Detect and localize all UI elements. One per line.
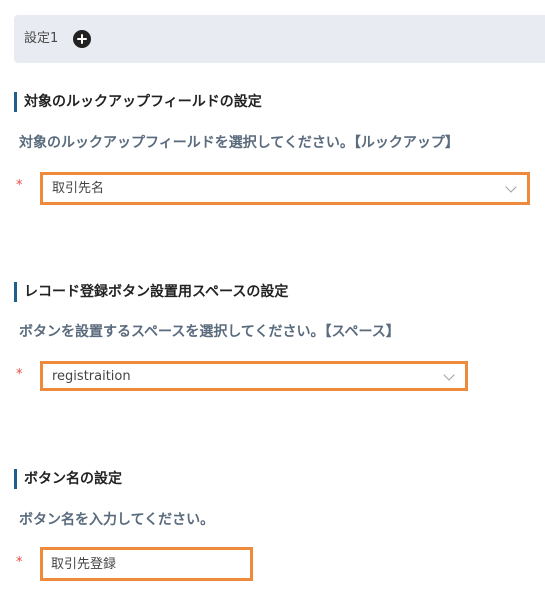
settings-page: 設定1 対象のルックアップフィールドの設定 対象のルックアップフィールドを選択し…	[0, 0, 545, 600]
space-select[interactable]: registraition	[40, 361, 468, 391]
chevron-down-icon	[505, 181, 517, 193]
lookup-section-heading: 対象のルックアップフィールドの設定	[14, 92, 262, 112]
lookup-field-select[interactable]: 取引先名	[40, 172, 530, 205]
button-name-required-mark: *	[16, 555, 23, 570]
button-name-section-description: ボタン名を入力してください。	[19, 512, 215, 528]
add-setting-icon[interactable]	[73, 30, 91, 48]
space-required-mark: *	[16, 367, 23, 382]
space-section-description: ボタンを設置するスペースを選択してください。【スペース】	[19, 324, 400, 340]
lookup-field-select-value: 取引先名	[52, 181, 105, 196]
settings-tab-bar: 設定1	[14, 15, 545, 63]
lookup-required-mark: *	[16, 178, 23, 193]
button-name-input-value: 取引先登録	[51, 557, 117, 572]
space-section-heading: レコード登録ボタン設置用スペースの設定	[14, 282, 288, 302]
lookup-section-description: 対象のルックアップフィールドを選択してください。【ルックアップ】	[19, 135, 459, 151]
tab-label[interactable]: 設定1	[24, 31, 58, 47]
chevron-down-icon	[443, 369, 455, 381]
space-select-value: registraition	[52, 369, 131, 384]
button-name-section-heading: ボタン名の設定	[14, 469, 122, 489]
button-name-input[interactable]: 取引先登録	[40, 547, 253, 581]
